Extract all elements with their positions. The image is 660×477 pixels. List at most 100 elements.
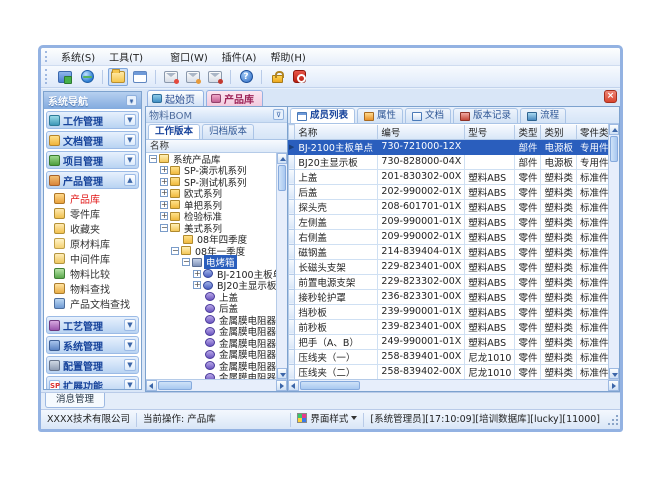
message-panel-tab[interactable]: 消息管理 bbox=[45, 393, 105, 408]
collapse-minus-icon[interactable]: − bbox=[160, 224, 168, 232]
sidebar-item-物料查找[interactable]: 物料查找 bbox=[44, 281, 141, 296]
bom-tab-工作版本[interactable]: 工作版本 bbox=[148, 124, 200, 139]
member-tab-流程[interactable]: 流程 bbox=[520, 108, 566, 123]
workspace-button[interactable] bbox=[55, 68, 75, 86]
sidebar-item-物料比较[interactable]: 物料比较 bbox=[44, 266, 141, 281]
table-row[interactable]: 接秒轮护罩236-823301-00X塑料ABS零件塑料类标准件外协条 bbox=[289, 289, 609, 304]
scroll-down-icon[interactable] bbox=[609, 368, 619, 379]
member-tab-属性[interactable]: 属性 bbox=[357, 108, 403, 123]
sidebar-item-产品库[interactable]: 产品库 bbox=[44, 191, 141, 206]
grid-hscroll-thumb[interactable] bbox=[300, 381, 360, 390]
doc-tab-起始页[interactable]: 起始页 bbox=[147, 90, 204, 106]
menu-item-0[interactable]: 系统(S) bbox=[54, 48, 102, 65]
collapse-minus-icon[interactable]: − bbox=[182, 258, 190, 266]
tree-column-header[interactable]: 名称 bbox=[146, 140, 287, 153]
tree-vertical-scrollbar[interactable] bbox=[276, 153, 287, 379]
menu-item-1[interactable]: 工具(T) bbox=[102, 48, 150, 65]
table-row[interactable]: 上盖201-830302-00X塑料ABS零件塑料类标准件外协条 bbox=[289, 169, 609, 184]
menu-item-3[interactable]: 插件(A) bbox=[215, 48, 264, 65]
column-header-名称[interactable]: 名称 bbox=[295, 125, 378, 140]
member-tab-文档[interactable]: 文档 bbox=[405, 108, 451, 123]
expand-plus-icon[interactable]: + bbox=[160, 201, 168, 209]
report-button[interactable] bbox=[130, 68, 150, 86]
chevron-down-icon[interactable]: ▼ bbox=[124, 134, 136, 146]
sidebar-section-工作管理[interactable]: 工作管理▼ bbox=[46, 111, 139, 129]
menu-item-4[interactable]: 帮助(H) bbox=[263, 48, 312, 65]
scroll-up-icon[interactable] bbox=[277, 153, 287, 164]
grid-scroll-thumb[interactable] bbox=[610, 136, 618, 162]
tree-node-金属膜电阻器[interactable]: 金属膜电阻器 bbox=[146, 372, 276, 380]
expand-plus-icon[interactable]: + bbox=[160, 178, 168, 186]
chevron-up-icon[interactable]: ▲ bbox=[124, 174, 136, 186]
chevron-down-icon[interactable]: ▼ bbox=[124, 359, 136, 371]
chevron-down-icon[interactable]: ▼ bbox=[124, 319, 136, 331]
collapse-minus-icon[interactable]: − bbox=[149, 155, 157, 163]
open-library-button[interactable] bbox=[108, 68, 128, 86]
scroll-left-icon[interactable] bbox=[288, 380, 299, 391]
expand-plus-icon[interactable]: + bbox=[193, 270, 201, 278]
scroll-down-icon[interactable] bbox=[277, 368, 287, 379]
sidebar-item-原材料库[interactable]: 原材料库 bbox=[44, 236, 141, 251]
table-row[interactable]: 后盖202-990002-01X塑料ABS零件塑料类标准件外协条 bbox=[289, 184, 609, 199]
tree-horizontal-scrollbar[interactable] bbox=[146, 379, 287, 391]
table-row[interactable]: 左侧盖209-990001-01X塑料ABS零件塑料类标准件外协条 bbox=[289, 214, 609, 229]
sidebar-section-配置管理[interactable]: 配置管理▼ bbox=[46, 356, 139, 374]
resize-grip[interactable] bbox=[606, 413, 620, 427]
close-tab-button[interactable]: × bbox=[604, 90, 617, 103]
help-button[interactable]: ? bbox=[236, 68, 256, 86]
toolbar-grip[interactable] bbox=[45, 69, 50, 84]
web-button[interactable] bbox=[77, 68, 97, 86]
table-row[interactable]: 把手（A、B）249-990001-01X塑料ABS零件塑料类标准件外协条 bbox=[289, 334, 609, 349]
sidebar-item-零件库[interactable]: 零件库 bbox=[44, 206, 141, 221]
table-row[interactable]: 探头壳208-601701-01X塑料ABS零件塑料类标准件外协条 bbox=[289, 199, 609, 214]
sidebar-item-中间件库[interactable]: 中间件库 bbox=[44, 251, 141, 266]
sidebar-section-工艺管理[interactable]: 工艺管理▼ bbox=[46, 316, 139, 334]
chevron-down-icon[interactable]: ▼ bbox=[124, 339, 136, 351]
grid-horizontal-scrollbar[interactable] bbox=[288, 379, 619, 391]
grid-vertical-scrollbar[interactable] bbox=[608, 124, 619, 379]
bom-pin-icon[interactable]: ⊽ bbox=[273, 109, 284, 120]
table-row[interactable]: ▶BJ-2100主板单点730-721000-12X部件电源板专用件外协颗 bbox=[289, 139, 609, 154]
scroll-up-icon[interactable] bbox=[609, 124, 619, 135]
expand-plus-icon[interactable]: + bbox=[193, 281, 201, 289]
tree-node-上盖[interactable]: 上盖 bbox=[146, 291, 276, 303]
chevron-down-icon[interactable]: ▼ bbox=[124, 154, 136, 166]
column-header-型号[interactable]: 型号 bbox=[465, 125, 515, 140]
sidebar-section-项目管理[interactable]: 项目管理▼ bbox=[46, 151, 139, 169]
member-tab-版本记录[interactable]: 版本记录 bbox=[453, 108, 518, 123]
lock-button[interactable] bbox=[267, 68, 287, 86]
tree-node-BJ20主显示板[interactable]: +BJ20主显示板 bbox=[146, 280, 276, 292]
column-header-类型[interactable]: 类型 bbox=[515, 125, 541, 140]
table-row[interactable]: 长磁头支架229-823401-00X塑料ABS零件塑料类标准件外协条 bbox=[289, 259, 609, 274]
member-tab-成员列表[interactable]: 成员列表 bbox=[290, 108, 355, 123]
mail-delete-button[interactable] bbox=[205, 68, 225, 86]
table-row[interactable]: 压线夹（一）258-839401-00X尼龙1010零件塑料类标准件外协条 bbox=[289, 349, 609, 364]
expand-plus-icon[interactable]: + bbox=[160, 166, 168, 174]
column-header-编号[interactable]: 编号 bbox=[378, 125, 465, 140]
table-row[interactable]: 挡秒板239-990001-01X塑料ABS零件塑料类标准件外协条 bbox=[289, 304, 609, 319]
sidebar-item-产品文档查找[interactable]: 产品文档查找 bbox=[44, 296, 141, 311]
table-row[interactable]: 前置电源支架229-823302-00X塑料ABS零件塑料类标准件外协条 bbox=[289, 274, 609, 289]
table-row[interactable]: BJ20主显示板730-828000-04X部件电源板专用件外协颗 bbox=[289, 154, 609, 169]
chevron-down-icon[interactable]: ▼ bbox=[124, 379, 136, 389]
sidebar-pin-icon[interactable]: ▾ bbox=[126, 95, 137, 106]
sidebar-section-系统管理[interactable]: 系统管理▼ bbox=[46, 336, 139, 354]
collapse-minus-icon[interactable]: − bbox=[171, 247, 179, 255]
exit-button[interactable] bbox=[289, 68, 309, 86]
scroll-left-icon[interactable] bbox=[146, 380, 157, 391]
doc-tab-产品库[interactable]: 产品库 bbox=[206, 90, 263, 106]
sidebar-section-扩展功能[interactable]: SP扩展功能▼ bbox=[46, 376, 139, 389]
sidebar-section-文档管理[interactable]: 文档管理▼ bbox=[46, 131, 139, 149]
tree-scroll-thumb[interactable] bbox=[278, 165, 286, 191]
table-row[interactable]: 前秒板239-823401-00X塑料ABS零件塑料类标准件外协条 bbox=[289, 319, 609, 334]
chevron-down-icon[interactable]: ▼ bbox=[124, 114, 136, 126]
sidebar-section-产品管理[interactable]: 产品管理▲ bbox=[46, 171, 139, 189]
table-row[interactable]: 右侧盖209-990002-01X塑料ABS零件塑料类标准件外协条 bbox=[289, 229, 609, 244]
scroll-right-icon[interactable] bbox=[276, 380, 287, 391]
column-header-类别[interactable]: 类别 bbox=[541, 125, 577, 140]
menu-item-2[interactable]: 窗口(W) bbox=[163, 48, 215, 65]
column-header-零件类型[interactable]: 零件类型 bbox=[576, 125, 608, 140]
sidebar-item-收藏夹[interactable]: 收藏夹 bbox=[44, 221, 141, 236]
bom-tab-归档版本[interactable]: 归档版本 bbox=[202, 124, 254, 139]
table-row[interactable]: 压线夹（二）258-839402-00X尼龙1010零件塑料类标准件外协条 bbox=[289, 364, 609, 379]
